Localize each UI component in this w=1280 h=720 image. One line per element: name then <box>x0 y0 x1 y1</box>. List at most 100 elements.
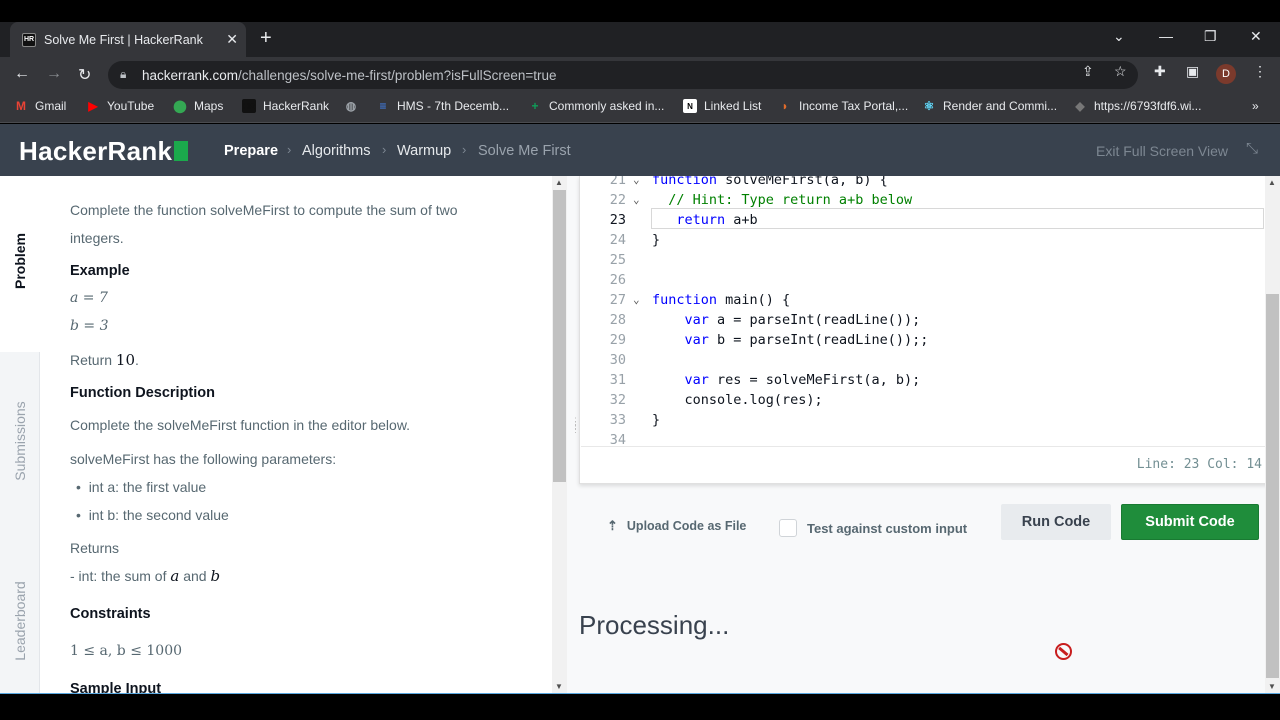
scroll-down-arrow-icon[interactable]: ▼ <box>555 682 563 691</box>
upload-label: Upload Code as File <box>626 519 747 533</box>
example-heading: Example <box>70 263 130 279</box>
code-line[interactable]: 33} <box>580 410 1250 430</box>
bookmark-star-icon[interactable]: ☆ <box>1114 63 1127 80</box>
bookmark-label: HMS - 7th Decemb... <box>397 99 510 113</box>
bookmark-label: https://6793fdf6.wi... <box>1094 99 1202 113</box>
restore-icon[interactable]: ❐ <box>1204 28 1217 45</box>
fold-chevron-icon[interactable]: ⌄ <box>633 176 640 190</box>
bookmark-item[interactable]: HR HackerRank <box>242 99 329 113</box>
browser-tab-active[interactable]: HR Solve Me First | HackerRank ✕ <box>10 22 246 57</box>
bookmarks-overflow-icon[interactable]: » <box>1252 99 1259 113</box>
submit-code-button[interactable]: Submit Code <box>1121 504 1259 540</box>
code-line[interactable]: 24} <box>580 230 1250 250</box>
line-number: 27 <box>609 292 626 308</box>
tab-submissions[interactable]: Submissions <box>12 401 28 480</box>
tab-search-icon[interactable]: ⌄ <box>1113 28 1125 45</box>
browser-menu-icon[interactable]: ⋮ <box>1253 63 1267 80</box>
scrollbar-thumb[interactable] <box>553 190 566 482</box>
intro-text-cont: integers. <box>70 230 124 246</box>
tab-leaderboard[interactable]: Leaderboard <box>12 581 28 660</box>
code-line[interactable]: 31 var res = solveMeFirst(a, b); <box>580 370 1250 390</box>
scrollbar-thumb[interactable] <box>1266 294 1279 678</box>
hackerrank-logo[interactable]: HackerRank <box>19 136 189 167</box>
notion-icon: N <box>683 99 697 113</box>
bookmark-item[interactable]: ⬤ Maps <box>173 99 223 113</box>
bookmark-label: Maps <box>194 99 224 113</box>
lock-icon[interactable]: 🔒︎ <box>120 67 126 82</box>
extensions-icon[interactable]: ✚ <box>1154 63 1166 80</box>
line-number: 23 <box>609 212 626 228</box>
tab-close-icon[interactable]: ✕ <box>226 31 238 48</box>
breadcrumb-chevron-icon: › <box>382 142 387 157</box>
line-number: 33 <box>609 412 626 428</box>
custom-input-label[interactable]: Test against custom input <box>807 521 967 536</box>
hackerrank-favicon-icon: HR <box>22 32 36 47</box>
problem-scrollbar[interactable]: ▲ ▼ <box>552 176 567 694</box>
breadcrumb-chevron-icon: › <box>287 142 292 157</box>
share-icon[interactable]: ⇪ <box>1082 63 1094 80</box>
return-value: 10 <box>115 351 136 369</box>
breadcrumb-warmup[interactable]: Warmup <box>397 143 451 159</box>
bookmark-item[interactable]: N Linked List <box>683 99 761 113</box>
code-line[interactable]: 28 var a = parseInt(readLine()); <box>580 310 1250 330</box>
upload-code-button[interactable]: ⇡ Upload Code as File <box>607 518 746 534</box>
address-bar[interactable]: 🔒︎ hackerrank.com/challenges/solve-me-fi… <box>108 61 1138 89</box>
return-label: Return <box>70 352 113 368</box>
logo-text: HackerRank <box>19 136 173 166</box>
profile-avatar[interactable]: D <box>1216 64 1236 84</box>
bookmark-item[interactable]: ≡ HMS - 7th Decemb... <box>376 99 509 113</box>
sheets-icon: + <box>531 99 539 113</box>
exit-fullscreen-link[interactable]: Exit Full Screen View <box>1096 143 1228 159</box>
side-tabs: Problem Submissions Leaderboard <box>0 176 40 694</box>
run-code-button[interactable]: Run Code <box>1001 504 1111 540</box>
new-tab-icon[interactable]: + <box>260 27 272 50</box>
code-line[interactable]: 26 <box>580 270 1250 290</box>
tab-problem[interactable]: Problem <box>12 233 28 289</box>
code-line[interactable]: 21 ⌄ function solveMeFirst(a, b) { <box>580 176 1250 190</box>
line-number: 22 <box>609 192 626 208</box>
fold-chevron-icon[interactable]: ⌄ <box>633 190 640 210</box>
editor-pane: 34 33} 32 console.log(res); 31 var res = so… <box>579 176 1280 694</box>
code-line[interactable]: 27 ⌄ function main() { <box>580 290 1250 310</box>
editor-status-bar: Line: 23 Col: 14 <box>581 446 1278 482</box>
bookmark-item[interactable]: ⚛ Render and Commi... <box>922 99 1057 113</box>
bookmark-item[interactable]: ▶ YouTube <box>86 99 154 113</box>
scroll-down-arrow-icon[interactable]: ▼ <box>1268 682 1276 691</box>
back-icon[interactable]: ← <box>14 65 30 83</box>
breadcrumb-prepare[interactable]: Prepare <box>224 143 278 159</box>
bookmark-item[interactable]: ◆ https://6793fdf6.wi... <box>1073 99 1201 113</box>
code-line[interactable]: 25 <box>580 250 1250 270</box>
bookmark-item[interactable]: M Gmail <box>14 99 66 113</box>
pane-splitter[interactable] <box>567 176 579 694</box>
bookmark-item[interactable]: ◗ Income Tax Portal,... <box>778 99 908 113</box>
code-line[interactable]: 30 <box>580 350 1250 370</box>
side-panel-icon[interactable]: ▣ <box>1186 63 1199 80</box>
code-text: console.log(res); <box>652 392 823 408</box>
scroll-up-arrow-icon[interactable]: ▲ <box>1268 178 1276 187</box>
page-scrollbar[interactable]: ▲ ▼ <box>1265 176 1280 694</box>
code-text: var b = parseInt(readLine());; <box>684 332 929 348</box>
returns-prefix: - int: the sum of <box>70 568 167 584</box>
code-editor[interactable]: 34 33} 32 console.log(res); 31 var res = so… <box>579 176 1280 484</box>
code-line[interactable]: 32 console.log(res); <box>580 390 1250 410</box>
letterbox-bottom <box>0 694 1280 720</box>
reload-icon[interactable]: ↻ <box>78 65 91 85</box>
exit-fullscreen-icon[interactable]: ⤡ <box>1246 140 1258 157</box>
code-line[interactable]: 29 var b = parseInt(readLine());; <box>580 330 1250 350</box>
bookmark-label: Commonly asked in... <box>549 99 665 113</box>
bookmark-item[interactable]: ◍ <box>344 99 365 113</box>
breadcrumb-algorithms[interactable]: Algorithms <box>302 143 371 159</box>
scroll-up-arrow-icon[interactable]: ▲ <box>555 178 563 187</box>
browser-toolbar: ← → ↻ 🔒︎ hackerrank.com/challenges/solve… <box>0 57 1280 93</box>
param-a: int a: the first value <box>88 479 207 495</box>
bookmark-item[interactable]: + Commonly asked in... <box>528 99 664 113</box>
window-close-icon[interactable]: ✕ <box>1250 28 1262 45</box>
line-number: 21 <box>609 176 626 188</box>
hackerrank-icon: HR <box>242 99 256 113</box>
fold-chevron-icon[interactable]: ⌄ <box>633 290 640 310</box>
code-text: function main() { <box>652 292 791 308</box>
custom-input-checkbox[interactable] <box>779 519 797 537</box>
forward-icon[interactable]: → <box>46 65 62 83</box>
code-line[interactable]: 22 ⌄ // Hint: Type return a+b below <box>580 190 1250 210</box>
minimize-icon[interactable]: — <box>1159 28 1173 44</box>
